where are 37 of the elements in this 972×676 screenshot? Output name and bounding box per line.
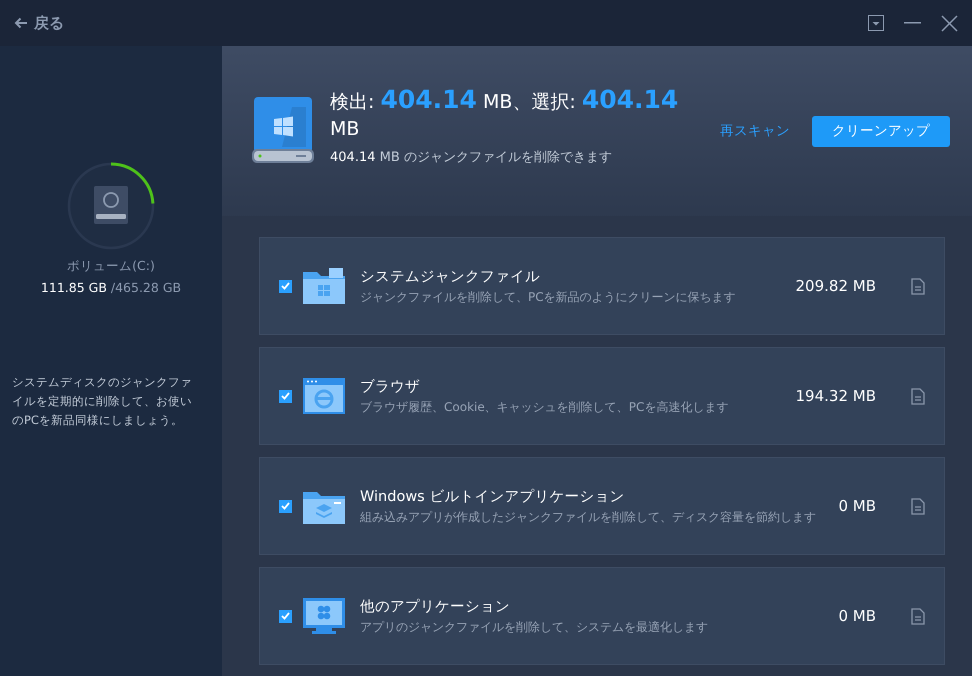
folder-icon [303, 268, 345, 304]
category-title: システムジャンクファイル [360, 268, 540, 286]
volume-name: ボリューム(C:) [67, 258, 155, 275]
category-title: 他のアプリケーション [360, 598, 510, 616]
category-description: 組み込みアプリが作成したジャンクファイルを削除して、ディスク容量を節約します [360, 508, 816, 526]
dropdown-icon[interactable] [868, 15, 884, 31]
category-size: 194.32 MB [796, 387, 876, 405]
category-title: Windows ビルトインアプリケーション [360, 488, 624, 506]
minimize-icon[interactable] [904, 22, 921, 24]
back-button[interactable]: 戻る [14, 14, 64, 32]
checkbox[interactable] [279, 610, 292, 622]
used-space: 111.85 GB [40, 280, 107, 295]
category-description: ジャンクファイルを削除して、PCを新品のようにクリーンに保ちます [360, 288, 736, 306]
category-size: 209.82 MB [796, 277, 876, 295]
category-size: 0 MB [838, 607, 876, 625]
category-description: ブラウザ履歴、Cookie、キャッシュを削除して、PCを高速化します [360, 398, 728, 416]
category-title: ブラウザ [360, 378, 420, 396]
browser-icon [303, 378, 345, 414]
checkbox[interactable] [279, 390, 292, 402]
scan-summary: 検出: 404.14 MB、選択: 404.14 MB [330, 86, 680, 142]
back-arrow-icon[interactable] [14, 17, 28, 29]
junk-size-text: 404.14 MB のジャンクファイルを削除できます [330, 149, 613, 166]
close-icon[interactable] [941, 14, 958, 32]
drive-icon [252, 97, 314, 165]
document-icon[interactable] [911, 608, 925, 624]
monitor-icon [303, 598, 345, 634]
document-icon[interactable] [911, 278, 925, 294]
rescan-link[interactable]: 再スキャン [720, 122, 790, 140]
document-icon[interactable] [911, 498, 925, 514]
checkbox[interactable] [279, 500, 292, 512]
total-space: /465.28 GB [110, 280, 182, 295]
category-description: アプリのジャンクファイルを削除して、システムを最適化します [360, 618, 708, 636]
category-size: 0 MB [838, 497, 876, 515]
cleanup-button[interactable]: クリーンアップ [812, 116, 950, 146]
checkbox[interactable] [279, 280, 292, 292]
tip-text: システムディスクのジャンクファイルを定期的に削除して、お使いのPCを新品同様にしましょう。 [12, 374, 193, 429]
document-icon[interactable] [911, 388, 925, 404]
